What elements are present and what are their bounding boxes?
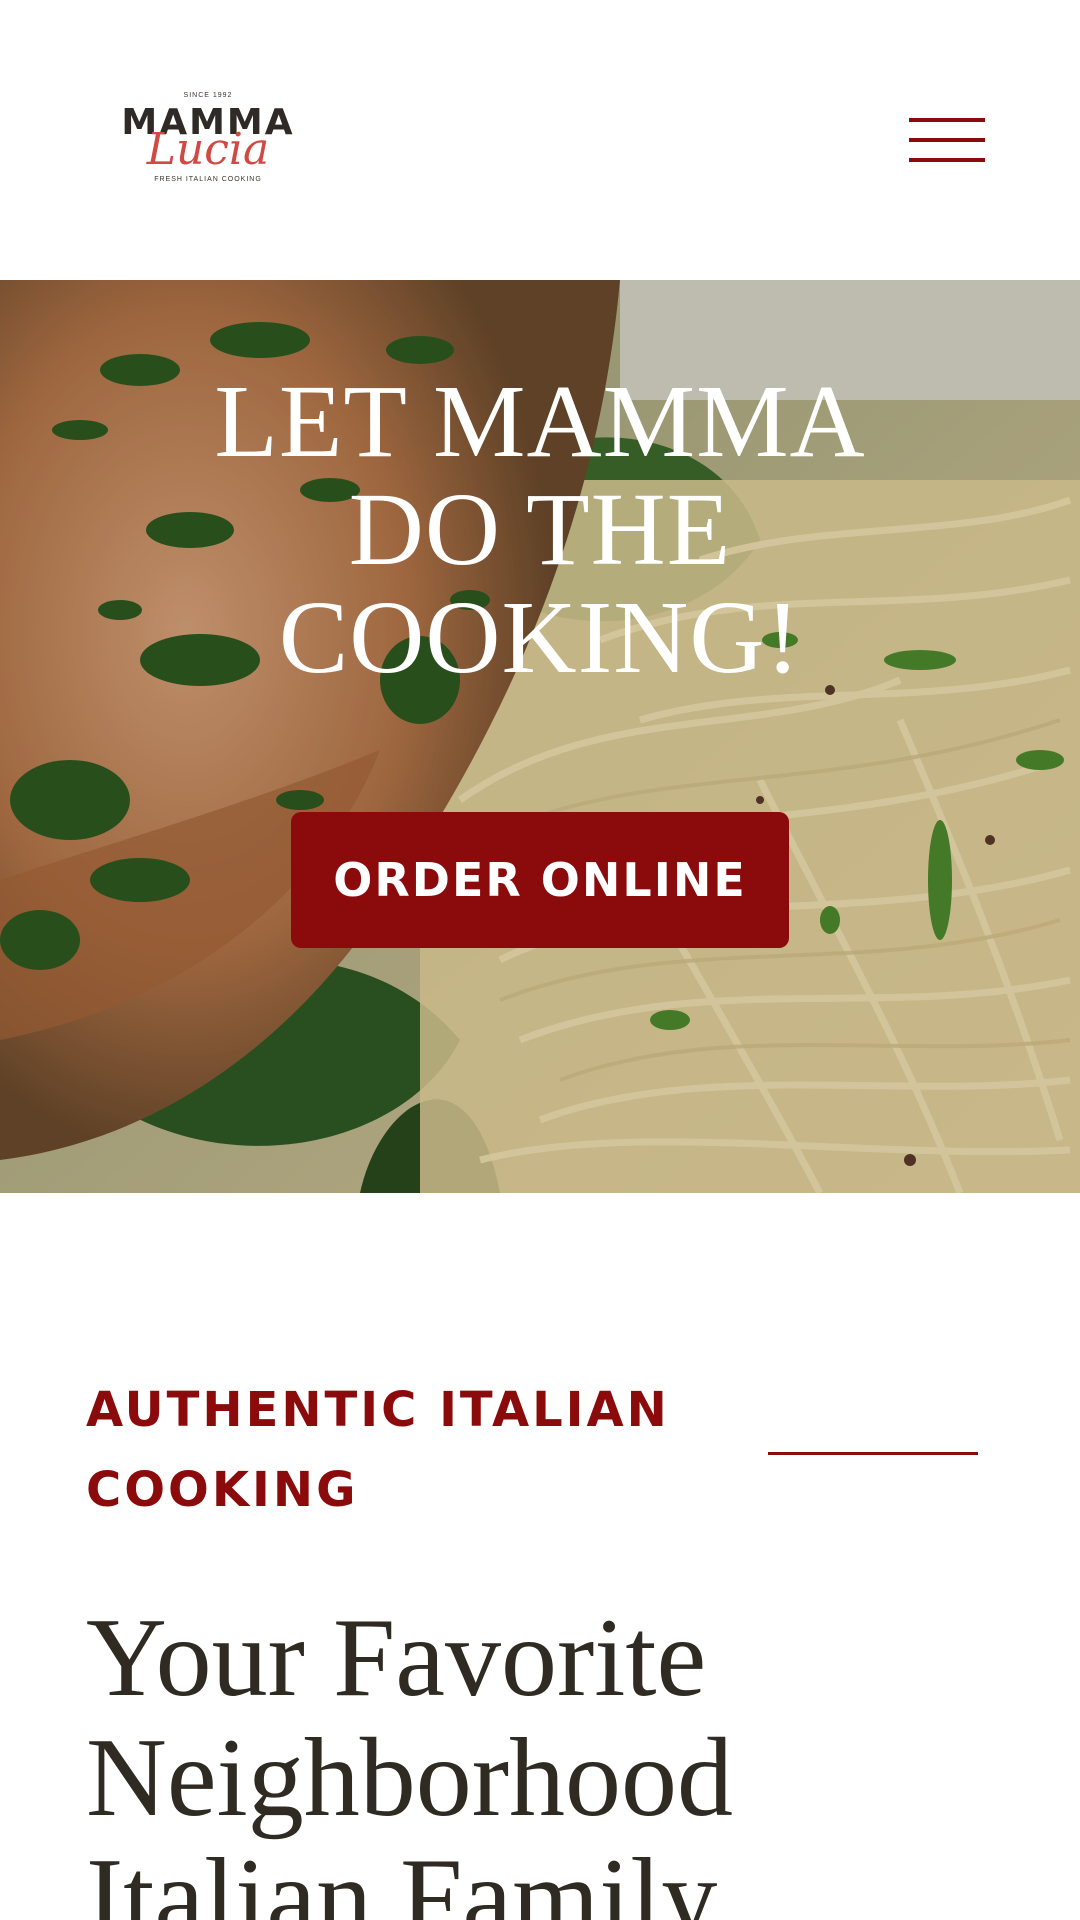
hamburger-menu-icon[interactable] <box>906 114 988 166</box>
logo-since-text: SINCE 1992 <box>183 92 233 99</box>
logo-tagline-text: FRESH ITALIAN COOKING <box>154 176 262 183</box>
site-header: SINCE 1992 MAMMA Lucia FRESH ITALIAN COO… <box>0 0 1080 280</box>
hero-banner: LET MAMMA DO THE COOKING! ORDER ONLINE <box>0 280 1080 1193</box>
section-eyebrow: AUTHENTIC ITALIAN COOKING <box>86 1382 670 1518</box>
section-divider <box>768 1452 978 1455</box>
section-headline: Your Favorite Neighborhood Italian Famil… <box>86 1596 734 1920</box>
hero-title: LET MAMMA DO THE COOKING! <box>214 364 866 695</box>
order-online-button[interactable]: ORDER ONLINE <box>291 812 789 948</box>
mamma-lucia-logo[interactable]: SINCE 1992 MAMMA Lucia FRESH ITALIAN COO… <box>110 88 306 188</box>
menu-bar-top <box>909 118 985 122</box>
logo-lucia-text: Lucia <box>146 124 270 175</box>
menu-bar-middle <box>909 138 985 142</box>
menu-bar-bottom <box>909 158 985 162</box>
